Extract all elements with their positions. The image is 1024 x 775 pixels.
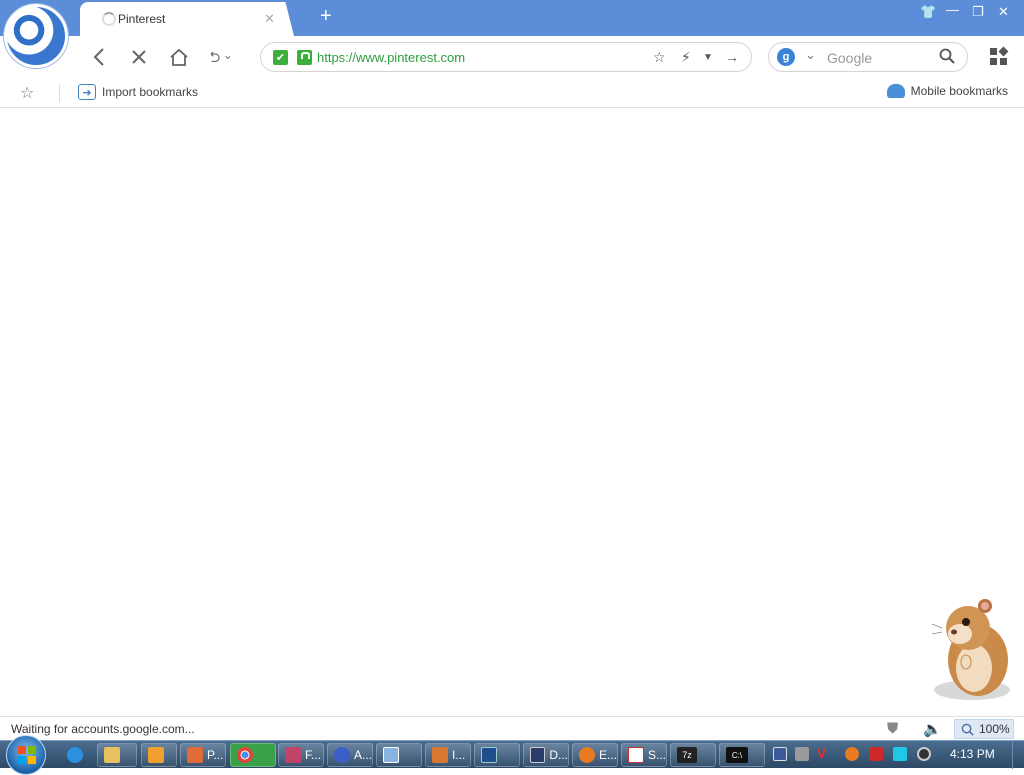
browser-logo-icon[interactable] xyxy=(4,4,68,68)
brush-icon xyxy=(432,747,448,763)
tab-close-icon[interactable]: ✕ xyxy=(264,11,275,27)
tray-save-icon[interactable] xyxy=(773,747,787,761)
taskbar-item-1[interactable]: F... xyxy=(278,743,324,767)
tab-pinterest[interactable]: Pinterest ✕ xyxy=(80,2,294,36)
taskbar-powershell-button[interactable] xyxy=(474,743,520,767)
status-text: Waiting for accounts.google.com... xyxy=(11,722,195,736)
tab-strip: Pinterest ✕ + 👕 — ❐ ✕ xyxy=(0,0,1024,36)
favorites-star-icon[interactable]: ☆ xyxy=(20,83,34,103)
import-icon: ➜ xyxy=(78,84,96,100)
search-input[interactable]: Google xyxy=(827,50,872,66)
security-check-icon: ✔ xyxy=(273,50,288,65)
taskbar-item-0[interactable]: P... xyxy=(180,743,226,767)
floppy-icon xyxy=(530,747,546,763)
zoom-control[interactable]: 100% xyxy=(954,719,1014,739)
taskbar-explorer-button[interactable] xyxy=(97,743,137,767)
mobile-bookmarks-button[interactable]: Mobile bookmarks xyxy=(886,84,1008,98)
address-url[interactable]: https://www.pinterest.com xyxy=(317,50,465,65)
taskbar-cmd-button[interactable]: C:\ xyxy=(719,743,765,767)
browser-app-icon xyxy=(187,747,203,763)
search-box[interactable]: g ⌄ Google xyxy=(768,42,968,72)
tray-monitor-icon[interactable] xyxy=(893,747,907,761)
windows-taskbar: P... F... A... I... D... E... S... 7z C:… xyxy=(0,735,1024,775)
taskbar-item-label: P... xyxy=(207,748,224,762)
new-tab-button[interactable]: + xyxy=(320,5,332,28)
taskbar-item-2[interactable]: A... xyxy=(327,743,373,767)
hamster-pet-image[interactable] xyxy=(930,598,1020,704)
media-player-icon xyxy=(148,747,164,763)
powershell-icon xyxy=(481,747,497,763)
restore-button[interactable]: ❐ xyxy=(972,4,984,20)
cmd-icon: C:\ xyxy=(726,747,748,763)
taskbar-ie-button[interactable] xyxy=(60,743,94,767)
tray-v-icon[interactable]: V xyxy=(817,745,831,761)
status-bar: Waiting for accounts.google.com... ⛊ 🔈 1… xyxy=(0,716,1024,740)
navigation-toolbar: ✔ https://www.pinterest.com ☆ ⚡ ▼ → g ⌄ … xyxy=(0,36,1024,78)
speaker-icon[interactable]: 🔈 xyxy=(923,720,942,738)
taskbar-7zip-button[interactable]: 7z xyxy=(670,743,716,767)
taskbar-item-label: I... xyxy=(452,748,466,762)
taskbar-chrome-button[interactable] xyxy=(230,743,276,767)
lock-icon[interactable] xyxy=(297,50,312,65)
card-icon xyxy=(628,747,644,763)
magnifier-icon xyxy=(579,747,595,763)
cloud-icon xyxy=(886,84,905,98)
bookmark-bar: ☆ ➜ Import bookmarks Mobile bookmarks xyxy=(0,78,1024,108)
tray-tool-icon[interactable] xyxy=(795,747,809,761)
lightning-icon[interactable]: ⚡ xyxy=(681,49,691,66)
zoom-icon xyxy=(961,723,974,736)
taskbar-item-3[interactable]: I... xyxy=(425,743,471,767)
ie-icon xyxy=(67,747,83,763)
headphones-icon xyxy=(334,747,350,763)
start-button[interactable] xyxy=(6,735,46,775)
taskbar-media-button[interactable] xyxy=(141,743,177,767)
stop-button[interactable] xyxy=(128,46,150,68)
divider xyxy=(59,84,60,102)
close-window-button[interactable]: ✕ xyxy=(998,4,1009,20)
chevron-down-icon[interactable]: ⌄ xyxy=(805,47,816,63)
taskbar-item-label: F... xyxy=(305,748,322,762)
zoom-level: 100% xyxy=(979,722,1010,736)
chrome-icon xyxy=(237,747,253,763)
taskbar-clock[interactable]: 4:13 PM xyxy=(950,747,995,761)
window-icon xyxy=(383,747,399,763)
taskbar-item-4[interactable]: D... xyxy=(523,743,569,767)
minimize-button[interactable]: — xyxy=(946,2,959,17)
taskbar-item-label: D... xyxy=(549,748,568,762)
taskbar-item-5[interactable]: E... xyxy=(572,743,618,767)
taskbar-item-label: E... xyxy=(598,748,617,762)
taskbar-item-6[interactable]: S... xyxy=(621,743,667,767)
address-bar[interactable]: ✔ https://www.pinterest.com ☆ ⚡ ▼ → xyxy=(260,42,752,72)
page-content xyxy=(0,109,1024,716)
dropdown-arrow-icon[interactable]: ▼ xyxy=(703,52,713,63)
taskbar-item-label: S... xyxy=(647,748,666,762)
taskbar-item-label: A... xyxy=(353,748,372,762)
explorer-icon xyxy=(104,747,120,763)
tray-flag-icon[interactable] xyxy=(869,747,883,761)
show-desktop-button[interactable] xyxy=(1012,741,1024,769)
home-button[interactable] xyxy=(168,46,190,68)
apps-grid-icon[interactable] xyxy=(990,46,1009,66)
go-arrow-icon[interactable]: → xyxy=(725,49,739,65)
search-icon[interactable] xyxy=(939,48,955,69)
back-button[interactable] xyxy=(88,46,110,68)
bookmark-star-icon[interactable]: ☆ xyxy=(653,49,666,66)
tray-search-icon[interactable] xyxy=(845,747,859,761)
mobile-bookmarks-label: Mobile bookmarks xyxy=(910,84,1008,98)
shield-icon[interactable]: ⛊ xyxy=(887,720,898,737)
skin-icon[interactable]: 👕 xyxy=(920,4,936,20)
import-bookmarks-label: Import bookmarks xyxy=(102,85,199,99)
browser-window: Pinterest ✕ + 👕 — ❐ ✕ ✔ https://www.pint… xyxy=(0,0,1024,740)
undo-close-button[interactable] xyxy=(208,46,230,68)
import-bookmarks-button[interactable]: ➜ Import bookmarks xyxy=(78,84,198,100)
taskbar-window-button[interactable] xyxy=(376,743,422,767)
tab-title: Pinterest xyxy=(118,12,166,26)
search-engine-icon[interactable]: g xyxy=(777,48,795,66)
loading-spinner-icon xyxy=(102,12,116,26)
paint-icon xyxy=(285,747,301,763)
tray-camera-icon[interactable] xyxy=(917,747,931,761)
7zip-icon: 7z xyxy=(677,747,697,763)
